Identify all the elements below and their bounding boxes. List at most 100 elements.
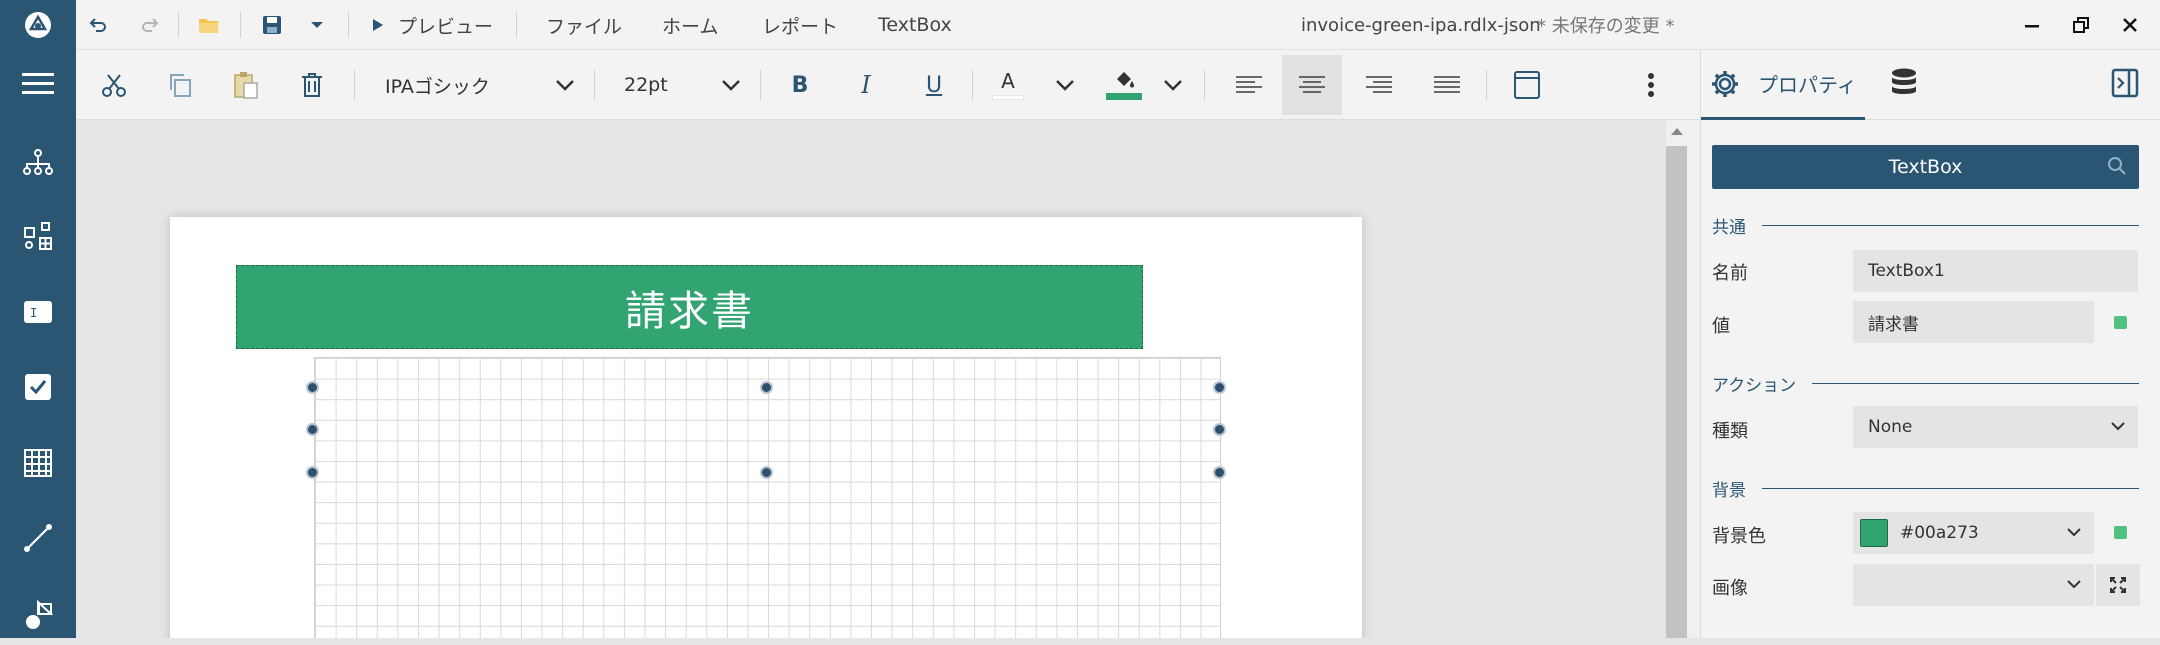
database-icon[interactable] — [1891, 68, 1917, 104]
open-folder-icon[interactable] — [198, 0, 220, 50]
resize-handle[interactable] — [1213, 381, 1226, 394]
cut-icon[interactable] — [94, 50, 134, 120]
font-family-value: IPAゴシック — [385, 75, 490, 98]
menu-report[interactable]: レポート — [762, 0, 838, 50]
expand-icon — [2110, 577, 2126, 593]
font-color-button[interactable]: A — [988, 50, 1028, 120]
design-canvas[interactable] — [76, 120, 1666, 638]
resize-handle[interactable] — [1213, 466, 1226, 479]
title-bar: プレビュー ファイル ホーム レポート TextBox invoice-gree… — [76, 0, 2160, 50]
name-field-value: TextBox1 — [1868, 261, 1945, 281]
action-type-label: 種類 — [1712, 421, 1748, 442]
separator — [1204, 70, 1205, 100]
name-field[interactable]: TextBox1 — [1853, 250, 2138, 292]
menu-file[interactable]: ファイル — [546, 0, 622, 50]
paint-bucket-icon — [1117, 72, 1134, 88]
selected-object-header[interactable]: TextBox — [1712, 145, 2139, 189]
delete-icon[interactable] — [292, 50, 332, 120]
textbox-tool-icon[interactable]: I — [0, 282, 76, 342]
scrollbar-thumb[interactable] — [1666, 146, 1687, 638]
components-icon[interactable] — [0, 206, 76, 266]
separator — [354, 70, 355, 100]
background-color-select[interactable]: #00a273 — [1853, 512, 2094, 554]
separator — [1486, 70, 1487, 100]
separator — [760, 70, 761, 100]
value-field-value: 請求書 — [1868, 314, 1919, 335]
resize-handle[interactable] — [306, 466, 319, 479]
font-size-value: 22pt — [624, 74, 668, 96]
font-size-chevron-down-icon[interactable] — [716, 50, 746, 120]
menu-home[interactable]: ホーム — [662, 0, 718, 50]
more-options-icon[interactable] — [1636, 50, 1666, 120]
properties-panel: プロパティ TextBox 共通 名前 TextBox1 値 請求書 アクション… — [1700, 50, 2160, 638]
hierarchy-icon[interactable] — [0, 132, 76, 192]
scroll-up-arrow-icon[interactable] — [1671, 128, 1683, 135]
underline-button[interactable]: U — [914, 50, 954, 120]
textbox-text: 請求書 — [625, 287, 754, 335]
restore-icon[interactable] — [2072, 0, 2090, 50]
copy-icon[interactable] — [160, 50, 200, 120]
align-justify-icon[interactable] — [1422, 50, 1472, 120]
line-tool-icon[interactable] — [0, 508, 76, 568]
align-center-icon[interactable] — [1282, 55, 1342, 115]
play-icon — [373, 19, 383, 31]
report-body-grid[interactable] — [314, 357, 1221, 638]
panel-tabs: プロパティ — [1701, 50, 2160, 120]
redo-icon[interactable] — [140, 0, 160, 50]
font-color-letter: A — [1001, 69, 1015, 93]
preview-button[interactable]: プレビュー — [372, 0, 493, 50]
paste-icon[interactable] — [226, 50, 266, 120]
value-field[interactable]: 請求書 — [1853, 301, 2094, 343]
search-icon[interactable] — [2107, 156, 2127, 176]
expression-indicator[interactable] — [2114, 526, 2127, 539]
separator — [516, 12, 517, 38]
preview-label: プレビュー — [398, 15, 494, 38]
expression-indicator[interactable] — [2114, 316, 2127, 329]
checkbox-tool-icon[interactable] — [0, 357, 76, 417]
left-sidebar: I — [0, 0, 76, 638]
undo-icon[interactable] — [88, 0, 108, 50]
action-type-select[interactable]: None — [1853, 406, 2138, 448]
align-right-icon[interactable] — [1354, 50, 1404, 120]
shapes-tool-icon[interactable] — [0, 585, 76, 645]
background-color-value: #00a273 — [1900, 523, 1979, 543]
bold-button[interactable]: B — [780, 50, 820, 120]
resize-handle[interactable] — [760, 466, 773, 479]
selected-object-name: TextBox — [1888, 156, 1963, 178]
fill-color-button[interactable] — [1104, 50, 1144, 120]
tab-properties[interactable]: プロパティ — [1701, 50, 1865, 120]
resize-handle[interactable] — [760, 381, 773, 394]
font-color-chevron-down-icon[interactable] — [1050, 50, 1080, 120]
section-action-label: アクション — [1712, 375, 1797, 396]
selected-textbox[interactable]: 請求書 — [236, 265, 1143, 349]
image-select[interactable] — [1853, 564, 2094, 606]
italic-button[interactable]: I — [846, 50, 886, 120]
image-expand-button[interactable] — [2096, 564, 2140, 606]
font-size-select[interactable]: 22pt — [624, 50, 704, 120]
background-color-swatch — [1860, 519, 1888, 547]
fill-color-chevron-down-icon[interactable] — [1158, 50, 1188, 120]
resize-handle[interactable] — [306, 423, 319, 436]
section-common-label: 共通 — [1712, 217, 1746, 238]
section-action: アクション — [1712, 370, 2139, 396]
table-tool-icon[interactable] — [0, 433, 76, 493]
font-family-select[interactable]: IPAゴシック — [385, 50, 565, 120]
vertical-scrollbar[interactable] — [1666, 120, 1700, 638]
layout-icon[interactable] — [1502, 50, 1552, 120]
save-icon[interactable] — [262, 0, 282, 50]
section-common: 共通 — [1712, 212, 2139, 238]
hamburger-menu-icon[interactable] — [0, 54, 76, 114]
font-color-swatch — [992, 95, 1024, 100]
font-family-chevron-down-icon[interactable] — [550, 50, 580, 120]
resize-handle[interactable] — [306, 381, 319, 394]
chevron-down-icon — [2067, 528, 2081, 537]
separator — [240, 12, 241, 38]
collapse-panel-icon[interactable] — [2111, 68, 2139, 102]
name-label: 名前 — [1712, 263, 1748, 284]
resize-handle[interactable] — [1213, 423, 1226, 436]
align-left-icon[interactable] — [1224, 50, 1274, 120]
save-dropdown-icon[interactable] — [310, 0, 324, 50]
minimize-icon[interactable] — [2024, 0, 2040, 50]
close-icon[interactable] — [2122, 0, 2138, 50]
menu-textbox[interactable]: TextBox — [878, 0, 952, 50]
